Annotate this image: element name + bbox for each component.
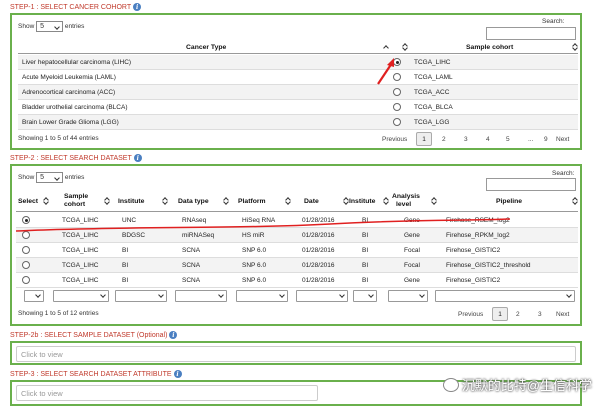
watermark: 沉默的比特@生信科学	[442, 375, 592, 394]
step2b-title: STEP-2b : SELECT SAMPLE DATASET (Optiona…	[10, 331, 168, 339]
wechat-icon	[442, 377, 459, 392]
annotation-arrow-shaft	[377, 62, 393, 85]
watermark-text: 沉默的比特@生信科学	[461, 378, 592, 393]
sample-dataset-input[interactable]: Click to view	[16, 346, 576, 362]
step3-title: STEP-3 : SELECT SEARCH DATASET ATTRIBUTE	[10, 370, 172, 378]
step2b-header: STEP-2b : SELECT SAMPLE DATASET (Optiona…	[10, 331, 178, 339]
step2b-panel: Click to view	[10, 341, 582, 365]
info-icon[interactable]: i	[173, 370, 182, 378]
step3-header: STEP-3 : SELECT SEARCH DATASET ATTRIBUTE…	[10, 370, 182, 378]
annotation-arrow-head	[387, 58, 394, 67]
dataset-attribute-input[interactable]: Click to view	[16, 385, 318, 401]
info-icon[interactable]: i	[169, 331, 178, 339]
annotation-underline	[15, 218, 511, 232]
